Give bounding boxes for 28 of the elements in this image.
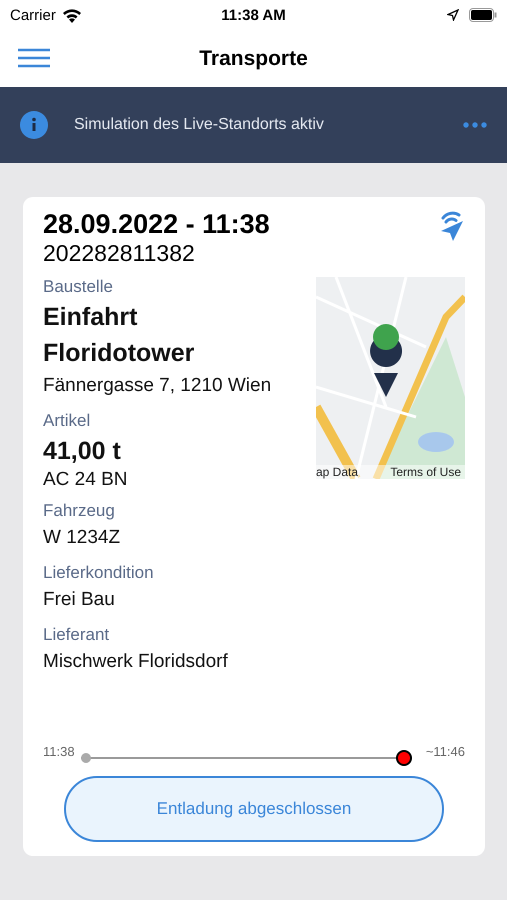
transport-number: 202282811382 [43,240,196,267]
info-icon [20,111,48,139]
field-label: Artikel [43,410,92,432]
carrier-name: Carrier [10,6,56,24]
clock: 11:38 AM [221,6,286,24]
field-label: Fahrzeug [43,500,116,522]
menu-icon[interactable] [18,48,50,68]
field-label: Lieferant [43,624,110,646]
start-time: 11:38 [43,744,75,759]
wifi-icon [62,8,82,22]
field-label: Lieferkondition [43,562,155,584]
field-value: Mischwerk Floridsdorf [43,650,229,674]
end-time: ~11:46 [426,744,465,759]
site-name: Einfahrt Floridotower [43,302,196,369]
field-value: Frei Bau [43,588,116,612]
more-icon[interactable] [463,122,487,128]
map-attribution[interactable]: ap Data [316,465,358,479]
field-value: W 1234Z [43,526,122,550]
field-value: 41,00 t [43,436,122,467]
battery-icon [468,8,497,22]
map-attribution[interactable]: Terms of Use [390,465,461,479]
page-title: Transporte [199,46,308,70]
location-arrow-icon [446,9,459,21]
transport-datetime: 28.09.2022 - 11:38 [43,209,270,240]
field-label: Baustelle [43,276,114,298]
field-detail: AC 24 BN [43,469,128,491]
site-address: Fännergasse 7, 1210 Wien [43,374,272,398]
banner-text: Simulation des Live-Standorts aktiv [74,116,324,134]
